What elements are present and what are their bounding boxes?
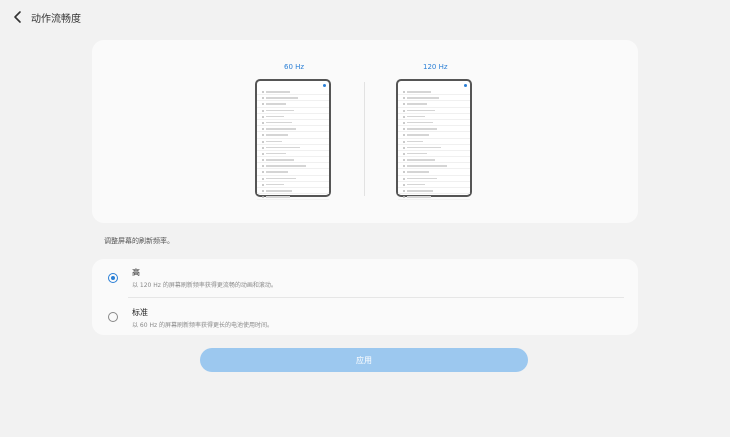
refresh-rate-preview [92, 40, 638, 223]
option-standard[interactable]: 标准 以 60 Hz 的屏幕刷新频率获得更长的电池使用时间。 [92, 297, 638, 335]
preview-label-60hz: 60 Hz [284, 63, 305, 71]
refresh-rate-description: 调整屏幕的刷新频率。 [104, 237, 174, 245]
option-standard-subtitle: 以 60 Hz 的屏幕刷新频率获得更长的电池使用时间。 [132, 322, 274, 329]
option-standard-title: 标准 [132, 308, 148, 317]
radio-high[interactable] [108, 273, 118, 283]
phone-preview-120hz [396, 79, 472, 201]
radio-standard[interactable] [108, 312, 118, 322]
preview-divider [364, 82, 365, 196]
option-high[interactable]: 高 以 120 Hz 的屏幕刷新频率获得更流畅的动画和滚动。 [92, 259, 638, 297]
phone-status-dot [323, 84, 326, 87]
option-high-title: 高 [132, 268, 140, 277]
page-title: 动作流畅度 [31, 14, 81, 25]
apply-button[interactable]: 应用 [200, 348, 528, 372]
phone-status-dot [464, 84, 467, 87]
chevron-left-icon[interactable] [10, 9, 26, 25]
preview-label-120hz: 120 Hz [423, 63, 448, 71]
phone-preview-60hz [255, 79, 331, 201]
refresh-rate-options: 高 以 120 Hz 的屏幕刷新频率获得更流畅的动画和滚动。 标准 以 60 H… [92, 259, 638, 335]
option-high-subtitle: 以 120 Hz 的屏幕刷新频率获得更流畅的动画和滚动。 [132, 282, 277, 289]
top-bar: 动作流畅度 [0, 0, 730, 34]
